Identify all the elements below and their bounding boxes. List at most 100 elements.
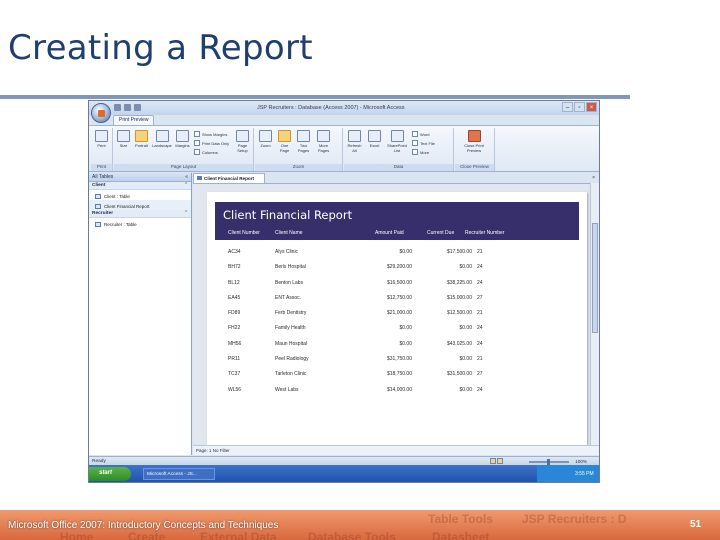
chevron-up-icon[interactable]: ⌃: [184, 183, 188, 188]
cell-current-due: $0.00: [459, 264, 472, 271]
size-button[interactable]: Size: [115, 130, 132, 149]
report-view-icon[interactable]: [497, 458, 503, 464]
cell-client-name: Benton Labs: [275, 279, 304, 286]
scrollbar-thumb[interactable]: [592, 223, 598, 333]
report-preview-area: Client Financial Report Client Number Cl…: [193, 183, 599, 445]
cell-amount-paid: $31,750.00: [386, 356, 412, 363]
cell-amount-paid: $29,200.00: [386, 264, 412, 271]
print-data-only-checkbox[interactable]: Print Data Only: [194, 140, 229, 146]
minimize-icon[interactable]: –: [562, 102, 573, 112]
size-icon: [117, 130, 130, 142]
group-label-print: Print: [91, 164, 112, 171]
zoom-button[interactable]: Zoom: [257, 130, 274, 149]
sharepoint-list-button[interactable]: SharePoint List: [386, 130, 408, 153]
landscape-icon: [155, 130, 169, 142]
cell-current-due: $0.00: [459, 325, 472, 332]
undo-icon[interactable]: [124, 104, 131, 111]
cell-recruiter-number: 21: [477, 356, 483, 363]
nav-group-recruiter[interactable]: Recruiter ⌃: [89, 210, 191, 218]
zoom-level: 100%: [575, 459, 587, 464]
page-navigation-bar[interactable]: Page: 1 No Filter: [193, 445, 599, 455]
nav-group-client[interactable]: Client ⌃: [89, 182, 191, 190]
cell-client-name: Maun Hospital: [275, 340, 307, 347]
refresh-all-button[interactable]: Refresh All: [346, 130, 363, 153]
cell-client-number: TC37: [228, 371, 241, 378]
restore-icon[interactable]: ▫: [574, 102, 585, 112]
slide-footer: Home Create External Data Database Tools…: [0, 510, 720, 540]
taskbar-access-app[interactable]: Microsoft Access - JS...: [143, 468, 215, 480]
one-page-button[interactable]: One Page: [276, 130, 293, 153]
more-export-button[interactable]: More: [412, 149, 429, 155]
group-label-page-layout: Page Layout: [114, 164, 253, 171]
document-tab[interactable]: Client Financial Report: [193, 173, 265, 183]
ribbon-group-zoom: Zoom One Page Two Pages More Pages Zoom: [255, 128, 343, 171]
close-icon[interactable]: ×: [586, 102, 597, 112]
nav-item-client-financial-report[interactable]: Client Financial Report: [89, 200, 191, 210]
chevron-up-icon[interactable]: ⌃: [184, 211, 188, 216]
excel-button[interactable]: Excel: [366, 130, 383, 149]
group-label-data: Data: [344, 164, 453, 171]
redo-icon[interactable]: [134, 104, 141, 111]
cell-recruiter-number: 24: [477, 340, 483, 347]
column-header: Current Due: [427, 230, 455, 236]
cell-amount-paid: $12,750.00: [386, 294, 412, 301]
tab-print-preview[interactable]: Print Preview: [113, 115, 155, 125]
cell-client-name: Peel Radiology: [275, 356, 309, 363]
nav-item-recruiter-table[interactable]: Recruiter : Table: [89, 218, 191, 228]
cell-amount-paid: $0.00: [399, 340, 412, 347]
nav-item-label: Client : Table: [104, 193, 130, 199]
cell-client-name: ENT Assoc.: [275, 294, 302, 301]
cell-client-name: West Labs: [275, 386, 299, 393]
access-window-screenshot: JSP Recruiters : Database (Access 2007) …: [88, 100, 600, 483]
window-title: JSP Recruiters : Database (Access 2007) …: [257, 105, 405, 111]
ribbon-group-data: Refresh All Excel SharePoint List Word T…: [344, 128, 454, 171]
vertical-scrollbar[interactable]: [590, 183, 599, 445]
cell-client-name: Family Health: [275, 325, 306, 332]
more-pages-button[interactable]: More Pages: [315, 130, 332, 153]
system-tray-clock: 3:55 PM: [537, 465, 599, 482]
refresh-icon: [348, 130, 361, 142]
margins-icon: [176, 130, 189, 142]
column-header: Amount Paid: [375, 230, 404, 236]
report-row: BL12 Benton Labs $16,500.00 $38,225.00 24: [215, 276, 579, 291]
columns-button[interactable]: Columns: [194, 149, 218, 155]
cell-recruiter-number: 24: [477, 386, 483, 393]
margins-button[interactable]: Margins: [174, 130, 191, 149]
show-margins-checkbox[interactable]: Show Margins: [194, 131, 227, 137]
report-header-band: Client Financial Report Client Number Cl…: [215, 202, 579, 240]
word-export-button[interactable]: Word: [412, 131, 429, 137]
cell-amount-paid: $21,000.00: [386, 310, 412, 317]
cell-current-due: $17,500.00: [446, 249, 472, 255]
group-label-close-preview: Close Preview: [455, 164, 494, 171]
close-document-icon[interactable]: ×: [592, 175, 595, 181]
portrait-button-label: Portrait: [135, 143, 148, 148]
window-titlebar: JSP Recruiters : Database (Access 2007) …: [89, 101, 599, 115]
cell-amount-paid: $18,750.00: [386, 371, 412, 378]
report-icon: [95, 203, 101, 209]
office-button-icon[interactable]: [91, 103, 111, 123]
print-button[interactable]: Print: [93, 130, 110, 149]
cell-current-due: $12,500.00: [446, 310, 472, 317]
chevron-down-icon[interactable]: «: [185, 174, 188, 180]
ghost-tab-home: Home: [60, 530, 94, 540]
landscape-button[interactable]: Landscape: [151, 130, 173, 149]
two-pages-button[interactable]: Two Pages: [295, 130, 312, 153]
portrait-button[interactable]: Portrait: [133, 130, 150, 149]
start-button[interactable]: start: [89, 467, 131, 481]
nav-pane-header[interactable]: All Tables «: [89, 173, 191, 182]
nav-item-label: Recruiter : Table: [104, 221, 137, 227]
text-file-export-button[interactable]: Text File: [412, 140, 435, 146]
nav-item-client-table[interactable]: Client : Table: [89, 190, 191, 200]
cell-amount-paid: $16,500.00: [386, 279, 412, 286]
ribbon-tabs: Print Preview: [113, 115, 155, 125]
excel-button-label: Excel: [369, 143, 380, 148]
zoom-slider[interactable]: [529, 459, 569, 465]
one-page-icon: [278, 130, 291, 142]
print-preview-view-icon[interactable]: [490, 458, 496, 464]
page-setup-button[interactable]: Page Setup: [234, 130, 251, 153]
navigation-pane: All Tables « Client ⌃ Client : Table Clien…: [89, 173, 192, 455]
close-print-preview-button[interactable]: Close Print Preview: [461, 130, 487, 153]
nav-group-label: Client: [92, 183, 106, 188]
save-icon[interactable]: [114, 104, 121, 111]
magnifier-icon: [259, 130, 272, 142]
